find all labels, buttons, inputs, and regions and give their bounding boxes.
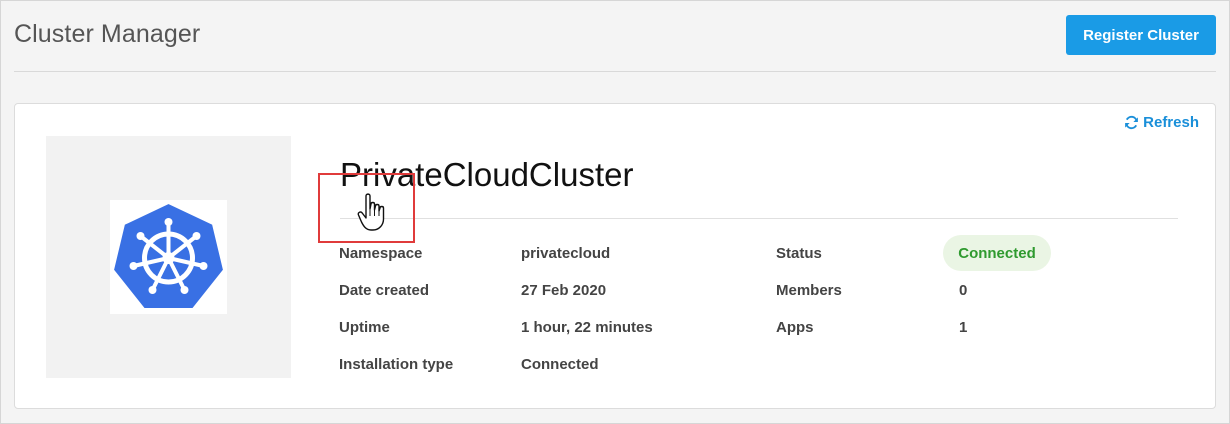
members-value: 0 xyxy=(959,282,968,299)
members-label: Members xyxy=(776,282,842,299)
date-created-label: Date created xyxy=(339,282,430,299)
installation-type-label: Installation type xyxy=(339,356,454,373)
cluster-card: Refresh PrivateCloudCluster Namespace pr… xyxy=(14,103,1216,409)
status-label: Status xyxy=(776,245,822,262)
apps-label: Apps xyxy=(776,319,814,336)
uptime-label: Uptime xyxy=(339,319,390,336)
apps-value: 1 xyxy=(959,319,968,336)
status-badge: Connected xyxy=(943,235,1051,271)
header-divider xyxy=(14,71,1216,72)
date-created-value: 27 Feb 2020 xyxy=(521,282,607,299)
namespace-value: privatecloud xyxy=(521,245,611,262)
name-divider xyxy=(340,218,1178,219)
page-title: Cluster Manager xyxy=(14,20,201,48)
cluster-logo xyxy=(110,200,227,314)
namespace-label: Namespace xyxy=(339,245,423,262)
cluster-logo-panel xyxy=(46,136,291,378)
installation-type-value: Connected xyxy=(521,356,599,373)
refresh-label: Refresh xyxy=(1143,114,1199,131)
refresh-link[interactable]: Refresh xyxy=(1124,114,1199,131)
kubernetes-logo-icon xyxy=(111,201,226,310)
hand-pointer-cursor-icon xyxy=(357,193,385,231)
register-cluster-button[interactable]: Register Cluster xyxy=(1066,15,1216,55)
refresh-icon xyxy=(1125,115,1139,130)
uptime-value: 1 hour, 22 minutes xyxy=(521,319,653,336)
